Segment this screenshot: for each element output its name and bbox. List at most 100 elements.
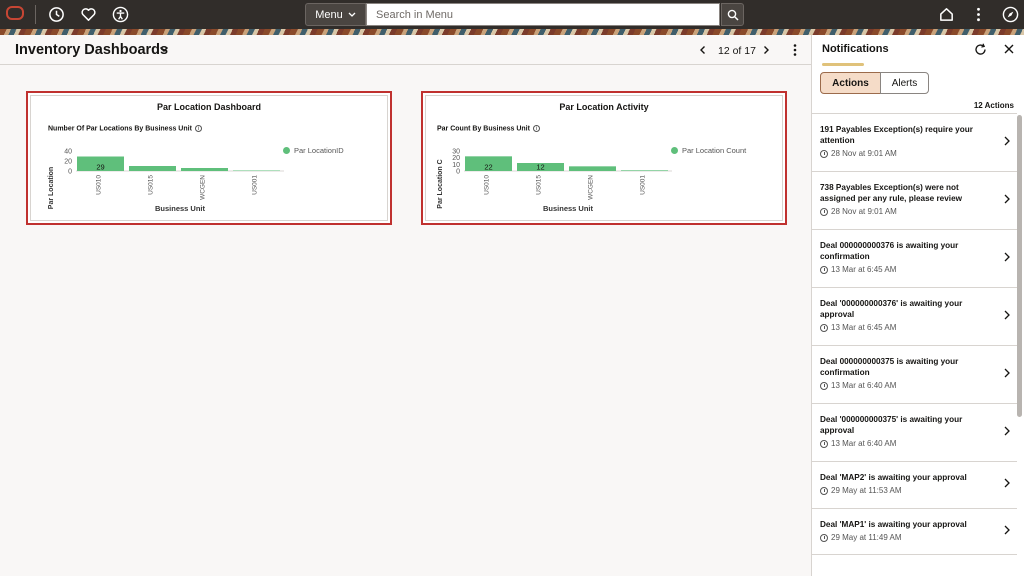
favorites-heart-icon[interactable] <box>79 5 97 23</box>
chevron-down-icon <box>348 12 356 17</box>
chevron-right-icon[interactable] <box>1003 136 1011 146</box>
clock-icon <box>820 323 828 332</box>
notification-item[interactable]: Deal 000000000376 is awaiting your confi… <box>812 229 1017 287</box>
search-input[interactable]: Search in Menu <box>366 3 720 26</box>
bar-data-label: 29 <box>96 163 104 172</box>
notification-time-text: 13 Mar at 6:45 AM <box>831 323 897 332</box>
notification-time: 29 May at 11:53 AM <box>820 486 995 495</box>
x-tick-label: US015 <box>148 175 155 195</box>
page-counter: 12 of 17 <box>718 45 756 57</box>
tile-par-location-dashboard[interactable]: Par Location Dashboard Number Of Par Loc… <box>26 91 392 225</box>
notification-time: 13 Mar at 6:40 AM <box>820 439 995 448</box>
chevron-right-icon[interactable] <box>1003 194 1011 204</box>
notification-message: Deal 000000000376 is awaiting your confi… <box>820 241 959 261</box>
notification-item[interactable]: 191 Payables Exception(s) require your a… <box>812 113 1017 171</box>
navigator-compass-icon[interactable] <box>1001 5 1019 23</box>
chevron-right-icon[interactable] <box>1003 310 1011 320</box>
bar <box>181 168 228 171</box>
notification-time: 13 Mar at 6:40 AM <box>820 381 995 390</box>
menu-button-label: Menu <box>315 8 343 21</box>
divider <box>35 5 36 24</box>
search-placeholder: Search in Menu <box>376 9 454 21</box>
notification-time: 28 Nov at 9:01 AM <box>820 207 995 216</box>
clock-icon <box>820 265 828 274</box>
tab-alerts[interactable]: Alerts <box>880 72 929 94</box>
clock-icon <box>820 207 828 216</box>
next-page-icon[interactable] <box>760 44 772 56</box>
chevron-right-icon[interactable] <box>1003 252 1011 262</box>
notification-time-text: 13 Mar at 6:40 AM <box>831 381 897 390</box>
bar-chart: 0102030 Par Location C 22 US010 12 US015 WCGEN… <box>437 149 672 213</box>
refresh-icon[interactable] <box>974 43 987 56</box>
actions-count: 12 Actions <box>973 101 1014 110</box>
notification-item[interactable]: Deal '000000000375' is awaiting your app… <box>812 403 1017 461</box>
y-tick-label: 30 <box>452 149 460 156</box>
notification-time: 29 May at 11:49 AM <box>820 533 995 542</box>
title-underline <box>822 63 864 66</box>
notification-time-text: 28 Nov at 9:01 AM <box>831 207 897 216</box>
notification-message: 738 Payables Exception(s) were not assig… <box>820 183 962 203</box>
bar <box>621 170 668 171</box>
chevron-right-icon[interactable] <box>1003 478 1011 488</box>
actions-more-icon[interactable] <box>969 5 987 23</box>
notification-time-text: 29 May at 11:49 AM <box>831 533 902 542</box>
x-tick-label: US010 <box>96 175 103 195</box>
bar <box>233 170 280 171</box>
x-tick-label: WCGEN <box>588 175 595 200</box>
notifications-title: Notifications <box>822 43 889 55</box>
y-tick-label: 20 <box>64 159 72 166</box>
notification-message: 191 Payables Exception(s) require your a… <box>820 125 973 145</box>
legend-dot-icon <box>283 147 290 154</box>
y-tick-label: 0 <box>68 169 72 176</box>
page-title[interactable]: Inventory Dashboards <box>15 42 168 58</box>
accessibility-icon[interactable] <box>111 5 129 23</box>
chart-legend: Par Location Count <box>671 146 746 155</box>
notification-item[interactable]: Deal '000000000376' is awaiting your app… <box>812 287 1017 345</box>
bar-data-label: 12 <box>536 163 544 172</box>
menu-button[interactable]: Menu <box>305 3 366 26</box>
search-button[interactable] <box>721 3 744 26</box>
tile-body: Par Location Dashboard Number Of Par Loc… <box>30 95 388 221</box>
chevron-right-icon[interactable] <box>1003 368 1011 378</box>
oracle-logo-icon[interactable] <box>6 6 24 20</box>
notification-time-text: 13 Mar at 6:45 AM <box>831 265 897 274</box>
notifications-panel: Notifications Actions Alerts 12 Actions … <box>811 35 1024 576</box>
notification-time-text: 29 May at 11:53 AM <box>831 486 902 495</box>
notification-item[interactable]: Deal 000000000375 is awaiting your confi… <box>812 345 1017 403</box>
close-icon[interactable] <box>1003 43 1015 55</box>
y-tick-label: 40 <box>64 149 72 156</box>
notification-item[interactable]: Deal 'MAP1' is awaiting your approval 29… <box>812 508 1017 555</box>
page-header: Inventory Dashboards 12 of 17 <box>0 35 811 65</box>
y-tick-label: 10 <box>452 162 460 169</box>
previous-page-icon[interactable] <box>697 44 709 56</box>
y-tick-label: 0 <box>456 169 460 176</box>
notifications-scrollbar[interactable] <box>1017 115 1022 417</box>
home-icon[interactable] <box>937 5 955 23</box>
bar-chart: 0 20 40 Par Location 29 US010 US015 WCGEN US001 B… <box>48 149 284 213</box>
search-icon <box>727 9 739 21</box>
x-axis-title: Business Unit <box>155 204 206 213</box>
bar <box>569 166 616 171</box>
notification-time: 28 Nov at 9:01 AM <box>820 149 995 158</box>
notification-message: Deal 'MAP1' is awaiting your approval <box>820 520 967 529</box>
tile-par-location-activity[interactable]: Par Location Activity Par Count By Busin… <box>421 91 787 225</box>
x-axis-title: Business Unit <box>543 204 594 213</box>
chevron-right-icon[interactable] <box>1003 525 1011 535</box>
notification-item[interactable]: 738 Payables Exception(s) were not assig… <box>812 171 1017 229</box>
recent-history-icon[interactable] <box>47 5 65 23</box>
notification-time-text: 13 Mar at 6:40 AM <box>831 439 897 448</box>
legend-label: Par LocationID <box>294 146 344 155</box>
chevron-right-icon[interactable] <box>1003 426 1011 436</box>
chevron-down-icon[interactable] <box>158 43 170 55</box>
clock-icon <box>820 486 828 495</box>
x-tick-label: US010 <box>484 175 491 195</box>
more-options-icon[interactable] <box>789 43 801 57</box>
notification-time: 13 Mar at 6:45 AM <box>820 265 995 274</box>
bar <box>129 166 176 171</box>
clock-icon <box>820 533 828 542</box>
tab-actions[interactable]: Actions <box>820 72 881 94</box>
x-tick-label: US015 <box>536 175 543 195</box>
notification-message: Deal '000000000376' is awaiting your app… <box>820 299 963 319</box>
tile-body: Par Location Activity Par Count By Busin… <box>425 95 783 221</box>
notification-item[interactable]: Deal 'MAP2' is awaiting your approval 29… <box>812 461 1017 508</box>
